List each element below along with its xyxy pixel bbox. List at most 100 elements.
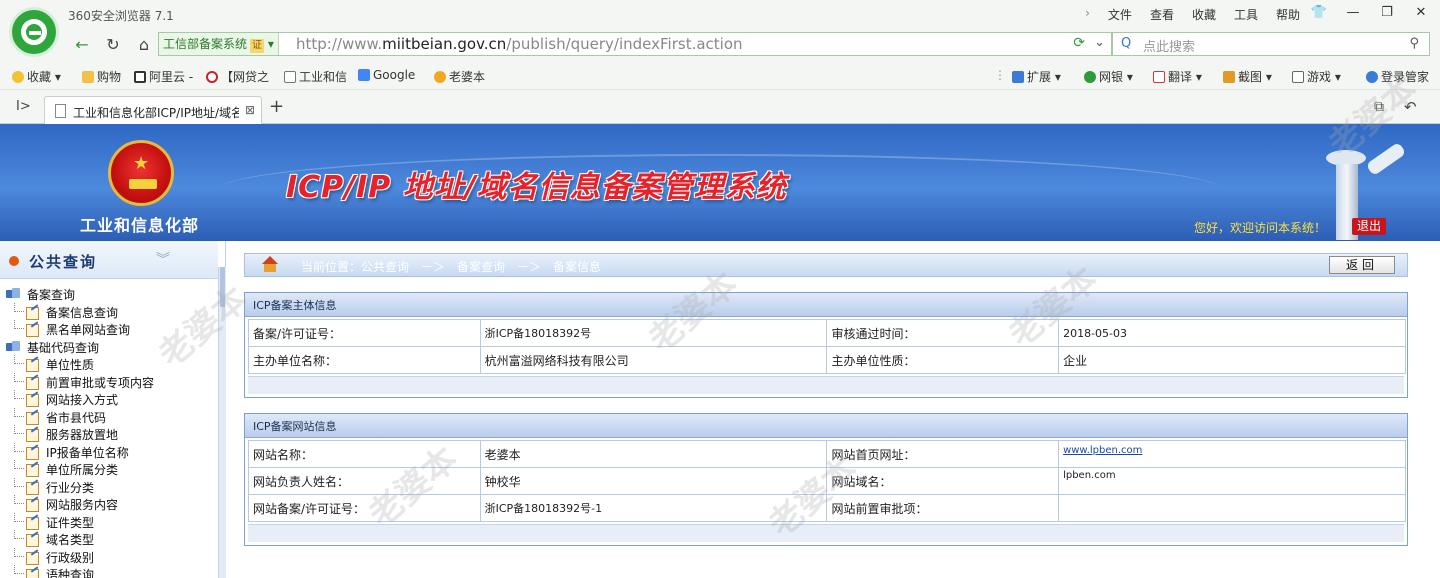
leaf-icon: [26, 393, 42, 407]
sidebar-header[interactable]: 公共查询 ︾: [0, 241, 218, 279]
tree-item[interactable]: 省市县代码: [0, 407, 218, 426]
system-title: ICP/IP 地址/域名信息备案管理系统: [286, 170, 787, 205]
tab-list-icon[interactable]: ⧉: [1374, 99, 1384, 115]
collapse-chevron-icon[interactable]: ︾: [156, 249, 170, 269]
tree-item[interactable]: 域名类型: [0, 530, 218, 548]
toolbar-translate[interactable]: 翻译 ▾: [1153, 68, 1202, 85]
url-text[interactable]: http://www.miitbeian.gov.cn/publish/quer…: [296, 35, 743, 53]
field-value: 老婆本: [479, 440, 828, 468]
menu-chevron-icon[interactable]: ›: [1085, 6, 1090, 23]
entity-info-panel: ICP备案主体信息 备案/许可证号： 浙ICP备18018392号 审核通过时间…: [244, 292, 1408, 398]
tree-item-filing-info[interactable]: 备案信息查询: [0, 302, 218, 321]
address-bar[interactable]: 工信部备案系统证 ▾ http://www.miitbeian.gov.cn/p…: [158, 32, 1112, 56]
leaf-icon: [26, 323, 42, 337]
toolbar-password-manager[interactable]: 登录管家: [1366, 68, 1429, 85]
tree-item[interactable]: 证件类型: [0, 512, 218, 531]
field-label: 网站前置审批项：: [826, 494, 1060, 522]
toolbar-extensions[interactable]: 扩展 ▾: [1012, 68, 1061, 85]
menu-view[interactable]: 查看: [1150, 6, 1174, 23]
aliyun-icon: [134, 71, 146, 83]
menu-favorites[interactable]: 收藏: [1192, 6, 1216, 23]
field-label: 主办单位名称：: [248, 346, 481, 374]
minimize-icon[interactable]: —: [1342, 4, 1364, 22]
bookmark-label: 收藏: [27, 70, 52, 84]
sidebar-toggle-icon[interactable]: I>: [16, 99, 31, 114]
search-engine-icon[interactable]: Q: [1121, 36, 1131, 51]
tree-item[interactable]: 网站服务内容: [0, 495, 218, 513]
bookmark-label: Google: [373, 68, 416, 82]
tree-group-base-codes[interactable]: 基础代码查询: [0, 338, 218, 356]
url-prefix: http://www.: [296, 35, 383, 53]
folder-icon: [82, 71, 94, 83]
tab-title: 工业和信息化部ICP/IP地址/域名: [73, 106, 239, 120]
sidebar-scrollbar[interactable]: [218, 267, 226, 578]
bookmark-google[interactable]: Google: [358, 68, 415, 82]
menu-file[interactable]: 文件: [1108, 6, 1132, 23]
search-icon[interactable]: ⚲: [1409, 36, 1419, 51]
panel-footer: [248, 524, 1404, 542]
wangdai-icon: [206, 71, 218, 83]
logout-button[interactable]: 退出: [1352, 218, 1386, 235]
tree-item[interactable]: 服务器放置地: [0, 425, 218, 443]
field-value: 2018-05-03: [1058, 319, 1406, 347]
skin-icon[interactable]: 👕: [1308, 4, 1330, 22]
bookmark-miit[interactable]: 工业和信: [284, 68, 347, 85]
toolbar-screenshot[interactable]: 截图 ▾: [1223, 68, 1272, 85]
tree-item[interactable]: 行业分类: [0, 477, 218, 496]
tree-group-filing-query[interactable]: 备案查询: [0, 285, 218, 303]
maximize-icon[interactable]: ❐: [1376, 4, 1398, 22]
bookmark-aliyun[interactable]: 阿里云 -: [134, 68, 193, 85]
reload-icon[interactable]: ↻: [101, 34, 125, 56]
user-icon: [1366, 71, 1378, 83]
field-label: 审核通过时间：: [826, 319, 1060, 347]
back-button[interactable]: 返回: [1329, 256, 1395, 274]
breadcrumb-text: 当前位置：公共查询 －＞ 备案查询 －＞ 备案信息: [301, 260, 602, 274]
leaf-icon: [26, 306, 42, 320]
tree-item[interactable]: 前置审批或专项内容: [0, 372, 218, 391]
toolbar-bank[interactable]: 网银 ▾: [1084, 68, 1133, 85]
menu-tools[interactable]: 工具: [1234, 6, 1258, 23]
leaf-icon: [26, 376, 42, 390]
website-info-panel: ICP备案网站信息 网站名称： 老婆本 网站首页网址： www.lpben.co…: [244, 413, 1408, 546]
url-path: /publish/query/indexFirst.action: [506, 35, 743, 53]
new-tab-icon[interactable]: +: [269, 96, 284, 117]
home-icon[interactable]: ⌂: [132, 34, 156, 56]
leaf-icon: [26, 446, 42, 460]
back-icon[interactable]: ←: [70, 34, 94, 56]
table-row: 备案/许可证号： 浙ICP备18018392号 审核通过时间： 2018-05-…: [248, 319, 1406, 347]
undo-close-icon[interactable]: ↶: [1404, 98, 1417, 116]
tree-item[interactable]: 网站接入方式: [0, 390, 218, 408]
close-icon[interactable]: ✕: [1410, 4, 1432, 22]
panel-footer: [248, 376, 1404, 394]
toolbar-games[interactable]: 游戏 ▾: [1292, 68, 1341, 85]
tree-item-blacklist[interactable]: 黑名单网站查询: [0, 320, 218, 338]
tree-item-label: 语种查询: [46, 568, 95, 578]
bookmarks-bar: 收藏 ▾ 购物 阿里云 - 【网贷之 工业和信 Google 老婆本 ⋮ 扩展 …: [0, 62, 1440, 90]
menu-help[interactable]: 帮助: [1276, 6, 1300, 23]
tree-item[interactable]: 单位性质: [0, 355, 218, 373]
window-controls: 👕 — ❐ ✕: [1308, 4, 1432, 22]
tree-item[interactable]: 语种查询: [0, 565, 218, 578]
tree-item[interactable]: 行政级别: [0, 547, 218, 566]
bookmark-shopping[interactable]: 购物: [82, 68, 121, 85]
site-identity-chip[interactable]: 工信部备案系统证 ▾: [159, 33, 279, 55]
address-dropdown-icon[interactable]: ⌄: [1094, 35, 1105, 50]
sidebar-tree: 备案查询 备案信息查询 黑名单网站查询 基础代码查询 单位性质 前置审批或专项内…: [0, 285, 218, 578]
sidebar-section-title: 公共查询: [29, 253, 98, 271]
tree-item-label: 省市县代码: [46, 410, 107, 425]
homepage-link[interactable]: www.lpben.com: [1063, 445, 1142, 456]
bookmark-label: 【网贷之: [221, 70, 270, 84]
tree-item[interactable]: 单位所属分类: [0, 460, 218, 478]
tree-item[interactable]: IP报备单位名称: [0, 442, 218, 461]
browser-logo-icon[interactable]: [9, 7, 59, 57]
bank-icon: [1084, 71, 1096, 83]
bookmark-laopoben[interactable]: 老婆本: [434, 68, 485, 85]
home-icon[interactable]: [261, 256, 279, 274]
speed-mode-icon[interactable]: ⟳: [1073, 35, 1085, 51]
bookmark-favorites[interactable]: 收藏 ▾: [12, 68, 61, 85]
tree-item-label: 备案信息查询: [46, 305, 119, 320]
tab-active[interactable]: 工业和信息化部ICP/IP地址/域名 ⊠: [44, 96, 262, 124]
bookmark-wangdai[interactable]: 【网贷之: [206, 68, 269, 85]
tab-close-icon[interactable]: ⊠: [245, 103, 255, 117]
search-box[interactable]: Q 点此搜索 ⚲: [1112, 32, 1430, 56]
